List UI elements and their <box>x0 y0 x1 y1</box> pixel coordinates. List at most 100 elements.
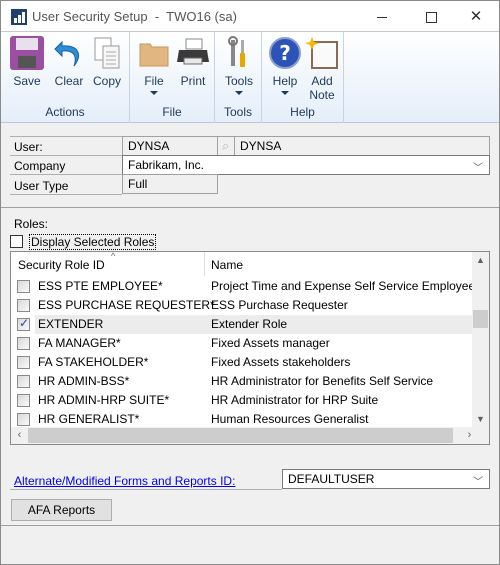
add-note-label-line2: Note <box>309 88 335 102</box>
minimize-icon <box>377 16 387 18</box>
cell-role-name: Extender Role <box>211 317 288 331</box>
lookup-icon: ⌕ <box>222 138 230 153</box>
ribbon-group-file: File Print File <box>130 32 215 123</box>
chevron-down-icon: ﹀ <box>473 477 483 488</box>
cell-role-name: ESS Purchase Requester <box>211 298 348 312</box>
roles-label: Roles: <box>14 217 49 231</box>
cell-security-role-id: HR ADMIN-HRP SUITE* <box>38 393 170 407</box>
chevron-down-icon: ﹀ <box>473 163 483 174</box>
role-checkbox[interactable] <box>17 337 30 350</box>
copy-label: Copy <box>92 74 121 88</box>
user-type-field: Full <box>122 174 218 194</box>
role-checkbox[interactable] <box>17 375 30 388</box>
scroll-down-icon[interactable]: ▼ <box>472 411 489 428</box>
chevron-down-icon <box>235 91 243 95</box>
display-selected-roles-label[interactable]: Display Selected Roles <box>28 234 157 250</box>
user-label: User: <box>14 140 43 154</box>
table-row[interactable]: HR ADMIN-BSS* HR Administrator for Benefi… <box>11 372 473 391</box>
add-note-label-line1: Add <box>311 74 333 88</box>
ribbon-group-help: ? Help Add Note Help <box>262 32 344 123</box>
maximize-icon <box>425 11 437 23</box>
cell-role-name: Fixed Assets manager <box>211 336 330 350</box>
table-row[interactable]: ESS PTE EMPLOYEE* Project Time and Expens… <box>11 277 476 296</box>
alternate-forms-value: DEFAULTUSER <box>288 472 375 486</box>
role-checkbox[interactable] <box>17 394 30 407</box>
chevron-down-icon <box>150 91 158 95</box>
divider <box>10 155 122 156</box>
svg-text:?: ? <box>279 41 291 65</box>
horizontal-scrollbar[interactable]: ‹ › <box>11 427 489 444</box>
close-button[interactable]: ✕ <box>453 1 499 32</box>
company-dropdown[interactable]: Fabrikam, Inc. ﹀ <box>122 155 490 175</box>
minimize-button[interactable] <box>359 1 405 32</box>
copy-button[interactable]: Copy <box>88 36 126 88</box>
maximize-button[interactable] <box>408 1 454 32</box>
sort-ascending-icon: ^ <box>111 251 116 261</box>
scroll-up-icon[interactable]: ▲ <box>472 252 489 269</box>
ribbon-group-actions: Save Clear Copy Actions <box>1 32 130 123</box>
user-security-setup-window: User Security Setup - TWO16 (sa) ✕ Save … <box>0 0 500 565</box>
role-checkbox[interactable] <box>17 413 30 426</box>
divider <box>10 489 282 490</box>
cell-security-role-id: EXTENDER <box>38 317 104 331</box>
close-icon: ✕ <box>469 8 483 25</box>
column-header-name[interactable]: Name <box>211 258 243 272</box>
role-checkbox[interactable] <box>17 356 30 369</box>
window-title: User Security Setup - TWO16 (sa) <box>32 9 237 24</box>
ribbon-toolbar: Save Clear Copy Actions File Print File … <box>1 32 499 123</box>
lookup-button[interactable]: ⌕ <box>217 136 235 156</box>
group-label-tools: Tools <box>223 105 252 119</box>
save-button[interactable]: Save <box>8 36 46 88</box>
afa-reports-button[interactable]: AFA Reports <box>11 499 112 521</box>
cell-security-role-id: HR GENERALIST* <box>38 412 140 426</box>
alternate-forms-dropdown[interactable]: DEFAULTUSER ﹀ <box>282 469 490 489</box>
scroll-left-icon[interactable]: ‹ <box>11 427 28 444</box>
table-row[interactable]: EXTENDER Extender Role <box>11 315 473 334</box>
cell-role-name: HR Administrator for Benefits Self Servi… <box>211 374 434 388</box>
group-label-file: File <box>162 105 182 119</box>
column-header-security-role-id[interactable]: Security Role ID <box>18 258 105 272</box>
cell-role-name: Fixed Assets stakeholders <box>211 355 351 369</box>
title-bar: User Security Setup - TWO16 (sa) ✕ <box>1 1 499 32</box>
cell-security-role-id: FA STAKEHOLDER* <box>38 355 149 369</box>
display-selected-roles-checkbox[interactable] <box>10 235 23 248</box>
help-menu-button[interactable]: ? Help <box>266 36 304 95</box>
cell-security-role-id: FA MANAGER* <box>38 336 121 350</box>
clear-label: Clear <box>54 74 84 88</box>
table-row[interactable]: ESS PURCHASE REQUESTER* ESS Purchase Requ… <box>11 296 473 315</box>
user-id-field[interactable]: DYNSA <box>122 136 218 156</box>
role-checkbox[interactable] <box>17 299 30 312</box>
cell-security-role-id: ESS PURCHASE REQUESTER* <box>38 298 215 312</box>
role-checkbox[interactable] <box>17 316 30 331</box>
table-row[interactable]: FA MANAGER* Fixed Assets manager <box>11 334 473 353</box>
table-row[interactable]: FA STAKEHOLDER* Fixed Assets stakeholders <box>11 353 473 372</box>
app-icon <box>11 9 27 25</box>
grid-header: Security Role ID ^ Name <box>11 252 473 277</box>
scroll-thumb[interactable] <box>473 310 488 328</box>
cell-role-name: Project Time and Expense Self Service Em… <box>211 279 476 293</box>
scrollbar-corner <box>472 427 489 444</box>
table-row[interactable]: HR ADMIN-HRP SUITE* HR Administrator for … <box>11 391 473 410</box>
print-button[interactable]: Print <box>175 36 211 88</box>
scroll-thumb-horizontal[interactable] <box>28 428 453 443</box>
divider <box>10 174 122 175</box>
company-value: Fabrikam, Inc. <box>128 158 205 172</box>
note-icon <box>305 36 339 70</box>
ribbon-group-tools: Tools Tools <box>215 32 262 123</box>
vertical-scrollbar[interactable]: ▲ ▼ <box>472 252 489 428</box>
folder-icon <box>137 36 171 70</box>
chevron-down-icon <box>281 91 289 95</box>
save-label: Save <box>13 74 41 88</box>
file-label: File <box>144 74 164 88</box>
clear-button[interactable]: Clear <box>50 36 88 88</box>
printer-icon <box>176 36 210 70</box>
tools-menu-button[interactable]: Tools <box>220 36 258 95</box>
divider <box>10 194 122 195</box>
role-checkbox[interactable] <box>17 280 30 293</box>
section-divider <box>1 525 499 526</box>
column-separator[interactable] <box>204 252 205 276</box>
alternate-forms-link[interactable]: Alternate/Modified Forms and Reports ID: <box>14 474 235 488</box>
add-note-button[interactable]: Add Note <box>304 36 340 102</box>
cell-security-role-id: HR ADMIN-BSS* <box>38 374 130 388</box>
file-menu-button[interactable]: File <box>136 36 172 95</box>
